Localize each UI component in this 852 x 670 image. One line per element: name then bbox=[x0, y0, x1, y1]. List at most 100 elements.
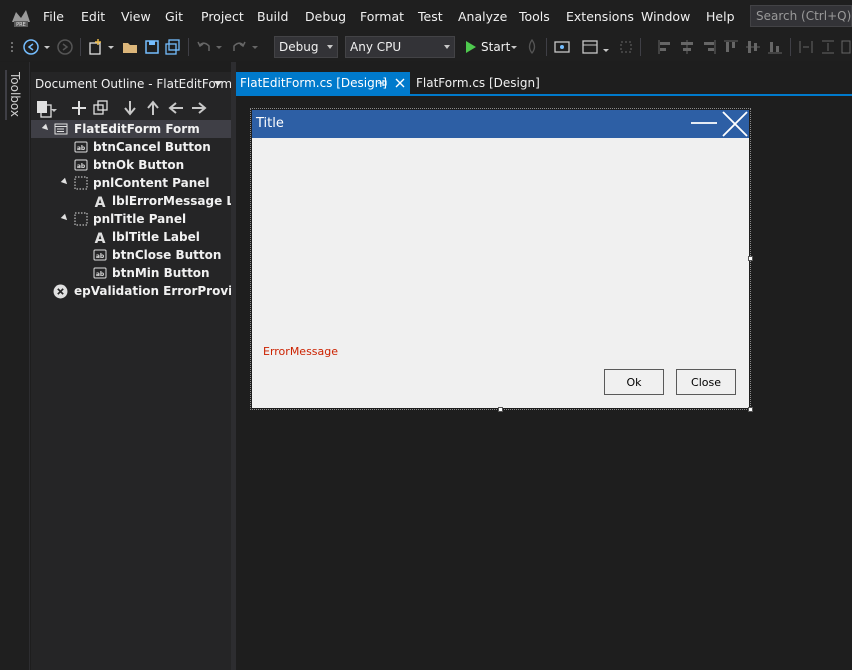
tab-flatform-design[interactable]: FlatForm.cs [Design] bbox=[412, 72, 552, 94]
make-same-width-icon[interactable] bbox=[796, 37, 816, 57]
menu-view[interactable]: View bbox=[121, 9, 151, 24]
tree-item-btnclose[interactable]: ab btnClose Button bbox=[31, 246, 231, 264]
layout-icon[interactable] bbox=[580, 37, 600, 57]
save-all-icon[interactable] bbox=[163, 37, 183, 57]
menu-extensions[interactable]: Extensions bbox=[566, 9, 634, 24]
expanded-triangle-icon[interactable] bbox=[60, 213, 70, 223]
search-input[interactable]: Search (Ctrl+Q) bbox=[750, 5, 852, 27]
align-to-grid-icon[interactable] bbox=[616, 37, 636, 57]
tree-item-lbltitle[interactable]: A lblTitle Label bbox=[31, 228, 231, 246]
tree-item-flateditform[interactable]: FlatEditForm Form bbox=[31, 120, 231, 138]
align-centers-icon[interactable] bbox=[677, 37, 697, 57]
tree-item-label: FlatEditForm Form bbox=[74, 122, 200, 136]
start-play-icon[interactable] bbox=[461, 37, 481, 57]
resize-grip-corner[interactable] bbox=[748, 407, 753, 412]
menu-file[interactable]: File bbox=[43, 9, 64, 24]
close-tab-icon[interactable] bbox=[394, 77, 406, 89]
form-title-panel[interactable]: Title bbox=[252, 110, 749, 138]
tree-item-label: btnOk Button bbox=[93, 158, 185, 172]
resize-grip-right[interactable] bbox=[748, 256, 753, 261]
menu-git[interactable]: Git bbox=[165, 9, 183, 24]
move-up-icon[interactable] bbox=[143, 98, 163, 118]
start-button[interactable]: Start bbox=[481, 40, 510, 54]
toolbox-tab-label[interactable]: Toolbox bbox=[8, 72, 22, 117]
tree-item-lblerrormessage[interactable]: A lblErrorMessage Label bbox=[31, 192, 231, 210]
expand-all-icon[interactable] bbox=[69, 98, 89, 118]
ok-button[interactable]: Ok bbox=[604, 369, 664, 395]
svg-text:A: A bbox=[95, 231, 106, 244]
menu-test[interactable]: Test bbox=[418, 9, 443, 24]
make-same-size-icon[interactable] bbox=[838, 37, 852, 57]
tree-item-pnlcontent[interactable]: pnlContent Panel bbox=[31, 174, 231, 192]
menu-help[interactable]: Help bbox=[706, 9, 735, 24]
label-icon: A bbox=[95, 231, 106, 244]
pin-icon[interactable] bbox=[376, 77, 388, 89]
designed-form[interactable]: Title ErrorMessage Ok Close bbox=[252, 110, 749, 408]
move-in-icon[interactable] bbox=[189, 98, 209, 118]
align-middles-icon[interactable] bbox=[743, 37, 763, 57]
align-rights-icon[interactable] bbox=[699, 37, 719, 57]
tree-item-btnmin[interactable]: ab btnMin Button bbox=[31, 264, 231, 282]
configuration-dropdown[interactable]: Debug bbox=[274, 36, 338, 58]
undo-icon[interactable] bbox=[194, 37, 214, 57]
tree-item-label: lblTitle Label bbox=[112, 230, 200, 244]
menu-format[interactable]: Format bbox=[360, 9, 404, 24]
platform-value: Any CPU bbox=[350, 40, 402, 54]
menu-window[interactable]: Window bbox=[641, 9, 690, 24]
toolbox-strip bbox=[0, 62, 30, 670]
resize-grip-bottom[interactable] bbox=[498, 407, 503, 412]
align-lefts-icon[interactable] bbox=[655, 37, 675, 57]
svg-text:A: A bbox=[95, 195, 106, 208]
expanded-triangle-icon[interactable] bbox=[60, 177, 70, 187]
chevron-down-icon[interactable] bbox=[214, 81, 222, 86]
align-tops-icon[interactable] bbox=[721, 37, 741, 57]
redo-icon[interactable] bbox=[229, 37, 249, 57]
minimize-icon[interactable] bbox=[689, 110, 719, 138]
svg-text:ab: ab bbox=[77, 145, 86, 152]
error-message-label: ErrorMessage bbox=[263, 345, 339, 358]
move-down-icon[interactable] bbox=[120, 98, 140, 118]
svg-text:ab: ab bbox=[77, 163, 86, 170]
menu-tools[interactable]: Tools bbox=[519, 9, 550, 24]
tree-item-btnok[interactable]: ab btnOk Button bbox=[31, 156, 231, 174]
panel-icon bbox=[74, 212, 88, 226]
hot-reload-icon[interactable] bbox=[522, 37, 542, 57]
dropdown-arrow-icon[interactable] bbox=[248, 37, 268, 57]
document-outline-panel: Document Outline - FlatEditForm FlatEdit… bbox=[31, 72, 233, 670]
new-project-icon[interactable] bbox=[86, 37, 106, 57]
menu-project[interactable]: Project bbox=[201, 9, 244, 24]
save-icon[interactable] bbox=[142, 37, 162, 57]
close-icon[interactable] bbox=[721, 110, 749, 138]
make-same-height-icon[interactable] bbox=[818, 37, 838, 57]
tree-item-btncancel[interactable]: ab btnCancel Button bbox=[31, 138, 231, 156]
label-icon: A bbox=[95, 195, 106, 208]
button-icon: ab bbox=[74, 159, 88, 171]
platform-dropdown[interactable]: Any CPU bbox=[345, 36, 455, 58]
open-folder-icon[interactable] bbox=[120, 37, 140, 57]
toolbar: Debug Any CPU Start bbox=[0, 33, 852, 61]
menu-debug[interactable]: Debug bbox=[305, 9, 346, 24]
collapse-all-icon[interactable] bbox=[91, 98, 111, 118]
expanded-triangle-icon[interactable] bbox=[41, 123, 51, 133]
outline-title: Document Outline - FlatEditForm bbox=[35, 77, 233, 91]
button-icon: ab bbox=[74, 141, 88, 153]
chevron-down-icon bbox=[327, 45, 333, 49]
close-button[interactable]: Close bbox=[676, 369, 736, 395]
tab-flateditform-design[interactable]: FlatEditForm.cs [Design] bbox=[236, 72, 410, 94]
dropdown-arrow-icon[interactable] bbox=[49, 98, 69, 118]
tab-label: FlatForm.cs [Design] bbox=[416, 76, 540, 90]
tree-item-label: btnClose Button bbox=[112, 248, 222, 262]
tree-item-label: epValidation ErrorProvider bbox=[74, 284, 231, 298]
menu-build[interactable]: Build bbox=[257, 9, 288, 24]
align-bottoms-icon[interactable] bbox=[765, 37, 785, 57]
outline-toolbar bbox=[31, 96, 231, 120]
browse-icon[interactable] bbox=[552, 37, 572, 57]
menu-edit[interactable]: Edit bbox=[81, 9, 105, 24]
tree-item-pnltitle[interactable]: pnlTitle Panel bbox=[31, 210, 231, 228]
button-icon: ab bbox=[93, 249, 107, 261]
menu-analyze[interactable]: Analyze bbox=[458, 9, 507, 24]
navigate-back-icon[interactable] bbox=[21, 37, 41, 57]
tree-item-epvalidation[interactable]: epValidation ErrorProvider bbox=[31, 282, 231, 300]
move-out-icon[interactable] bbox=[166, 98, 186, 118]
navigate-forward-icon[interactable] bbox=[55, 37, 75, 57]
